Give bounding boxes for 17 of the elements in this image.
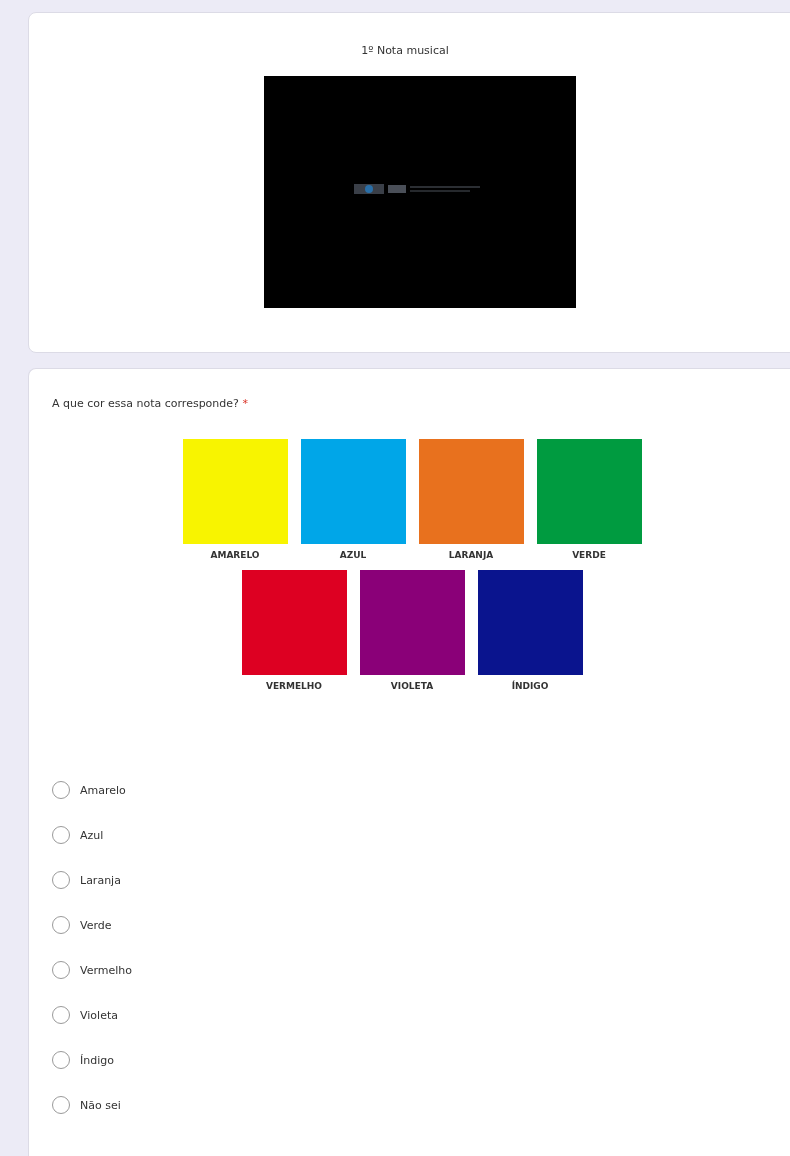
- swatch-label: AZUL: [339, 550, 367, 560]
- swatch-label: AMARELO: [210, 550, 260, 560]
- option-label[interactable]: Não sei: [80, 1098, 121, 1112]
- option-label[interactable]: Amarelo: [80, 783, 126, 797]
- option-label[interactable]: Vermelho: [80, 963, 132, 977]
- question-text: A que cor essa nota corresponde? *: [52, 397, 249, 410]
- swatch-label: VERDE: [572, 550, 606, 560]
- option-label[interactable]: Índigo: [80, 1053, 114, 1067]
- option-label[interactable]: Laranja: [80, 873, 121, 887]
- option-label[interactable]: Verde: [80, 918, 112, 932]
- media-title: 1º Nota musical: [361, 44, 449, 57]
- swatch-label: ÍNDIGO: [511, 681, 549, 691]
- swatch-label: VIOLETA: [390, 681, 434, 691]
- option-label[interactable]: Violeta: [80, 1008, 118, 1022]
- swatch-label: LARANJA: [448, 550, 494, 560]
- swatch-label: VERMELHO: [265, 681, 323, 691]
- option-label[interactable]: Azul: [80, 828, 104, 842]
